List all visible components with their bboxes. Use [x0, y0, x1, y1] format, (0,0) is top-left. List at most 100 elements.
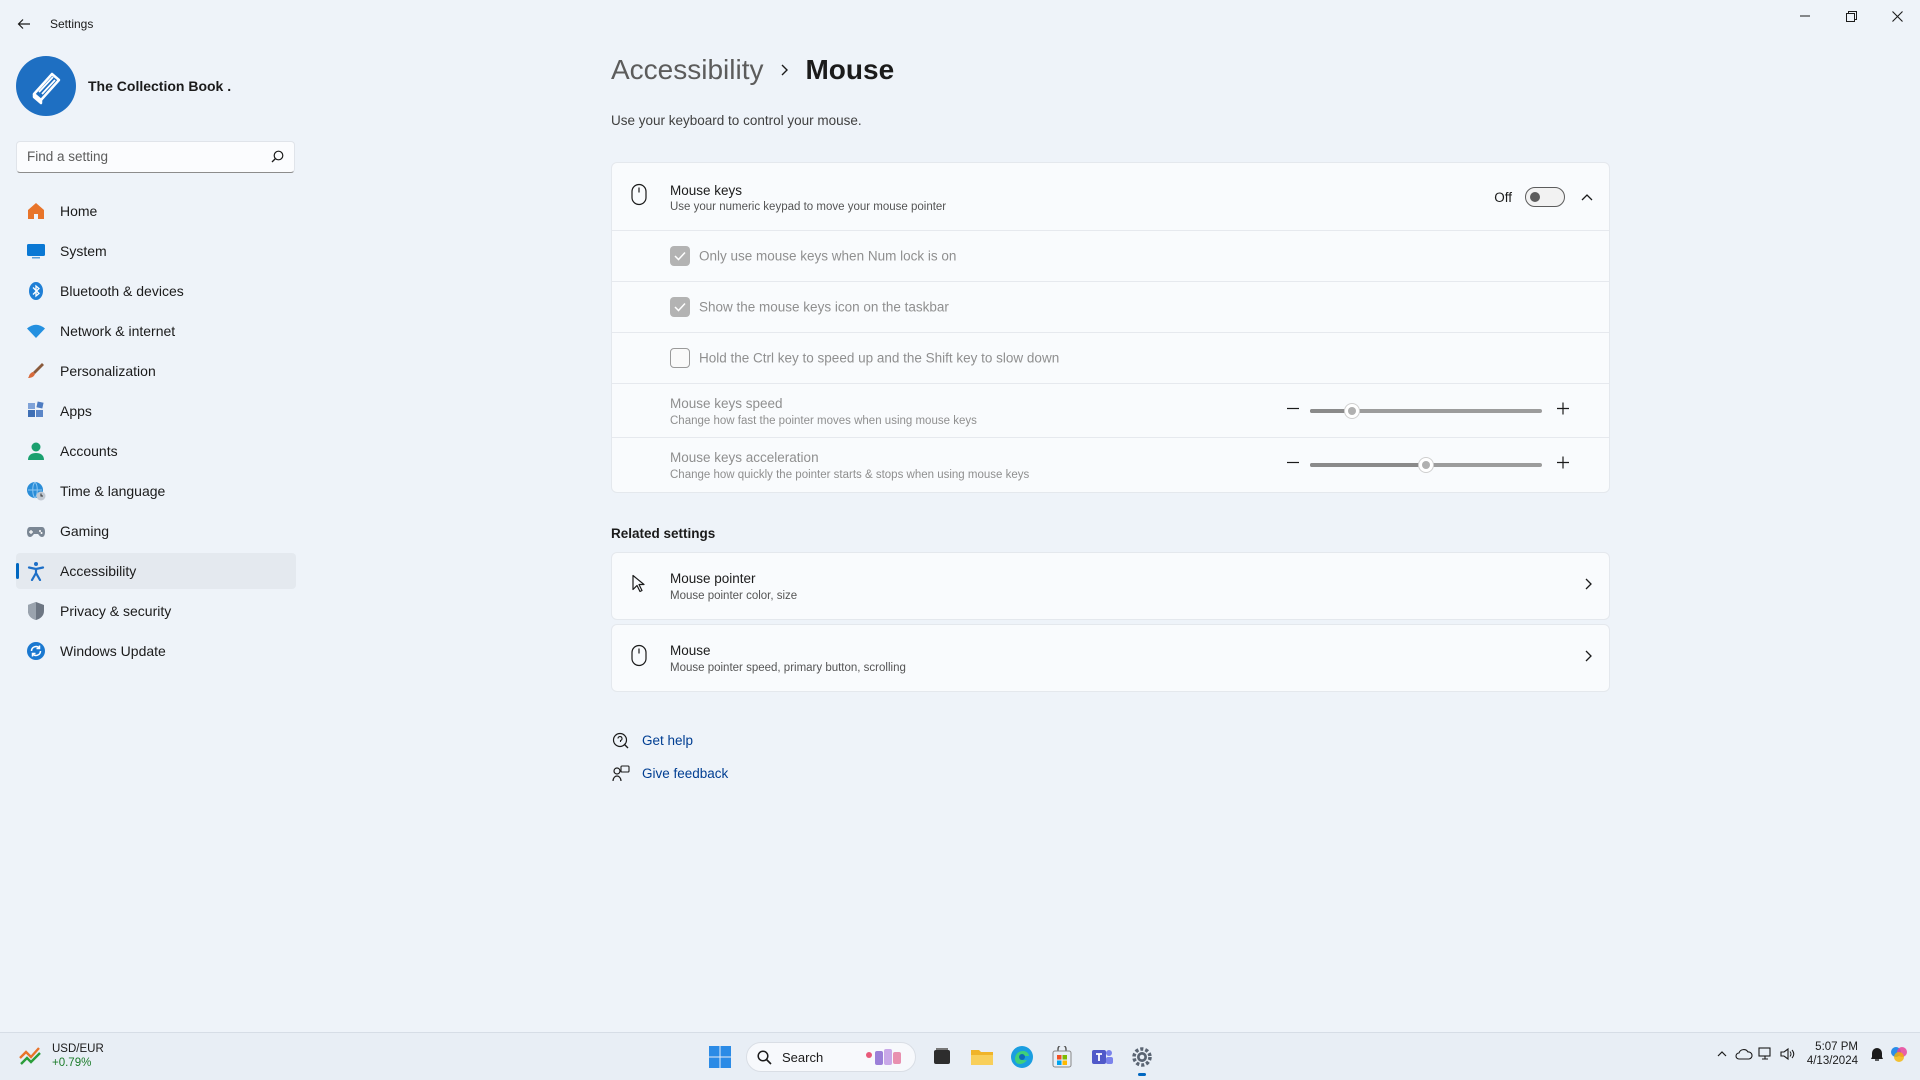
get-help-text: Get help [642, 733, 694, 748]
taskbar-icon-checkbox[interactable] [670, 297, 690, 317]
sidebar-item-apps[interactable]: Apps [16, 393, 296, 429]
back-button[interactable] [12, 12, 36, 36]
person-icon [26, 441, 46, 461]
slider-thumb[interactable] [1343, 402, 1360, 419]
checkmark-icon [674, 251, 686, 261]
sidebar-item-label: Apps [60, 403, 92, 419]
ctrl-shift-checkbox[interactable] [670, 348, 690, 368]
profile-name: The Collection Book . [88, 78, 232, 94]
task-view-icon [934, 1048, 950, 1064]
checkmark-icon [674, 302, 686, 312]
acceleration-slider[interactable] [1310, 457, 1542, 473]
sidebar-item-label: Accounts [60, 443, 118, 459]
clock[interactable]: 5:07 PM 4/13/2024 [1807, 1040, 1858, 1068]
restore-button[interactable] [1828, 0, 1874, 32]
minus-icon[interactable] [1286, 401, 1300, 420]
store-button[interactable] [1042, 1037, 1082, 1077]
sidebar-item-label: Gaming [60, 523, 110, 539]
feedback-icon [611, 764, 631, 784]
cloud-icon [1735, 1049, 1753, 1060]
mouse-link-card[interactable]: Mouse Mouse pointer speed, primary butto… [611, 624, 1610, 692]
speed-slider[interactable] [1310, 402, 1542, 419]
search-input[interactable] [27, 149, 257, 164]
minus-icon[interactable] [1286, 456, 1300, 475]
related-settings-heading: Related settings [611, 526, 716, 541]
chevron-up-icon [1717, 1051, 1727, 1057]
sidebar-item-gaming[interactable]: Gaming [16, 513, 296, 549]
give-feedback-text: Give feedback [642, 766, 729, 781]
notifications-button[interactable] [1866, 1039, 1888, 1069]
mouse-icon [631, 183, 647, 210]
copilot-button[interactable] [1888, 1039, 1910, 1069]
plus-icon[interactable] [1556, 401, 1570, 420]
chevron-right-icon [1585, 577, 1593, 595]
close-button[interactable] [1874, 0, 1920, 32]
monitor-icon [26, 241, 46, 261]
task-view-button[interactable] [922, 1037, 962, 1077]
num-lock-checkbox-label: Only use mouse keys when Num lock is on [699, 248, 957, 264]
close-icon [1891, 10, 1903, 22]
gamepad-icon [26, 521, 46, 541]
breadcrumb-parent-link[interactable]: Accessibility [611, 54, 763, 86]
page-title: Mouse [805, 54, 895, 85]
sidebar-item-personalization[interactable]: Personalization [16, 353, 296, 389]
onedrive-button[interactable] [1733, 1039, 1755, 1069]
sidebar-item-label: Network & internet [60, 323, 176, 339]
settings-search[interactable] [16, 141, 295, 173]
mouse-keys-header[interactable]: Mouse keys Use your numeric keypad to mo… [612, 163, 1609, 231]
taskbar: USD/EUR +0.79% Search 5:07 PM 4/13/2024 [0, 1032, 1920, 1080]
apps-icon [26, 401, 46, 421]
file-explorer-button[interactable] [962, 1037, 1002, 1077]
app-title: Settings [50, 17, 94, 31]
sidebar-item-label: Privacy & security [60, 603, 172, 619]
sidebar-item-accounts[interactable]: Accounts [16, 433, 296, 469]
sidebar-item-accessibility[interactable]: Accessibility [16, 553, 296, 589]
speaker-icon [1780, 1047, 1795, 1061]
mouse-keys-title: Mouse keys [670, 183, 743, 198]
sidebar-item-system[interactable]: System [16, 233, 296, 269]
num-lock-checkbox[interactable] [670, 246, 690, 266]
give-feedback-link[interactable]: Give feedback [611, 757, 728, 790]
teams-button[interactable] [1082, 1037, 1122, 1077]
mouse-pointer-link-card[interactable]: Mouse pointer Mouse pointer color, size [611, 552, 1610, 620]
mouse-icon [631, 644, 647, 672]
restore-icon [1845, 10, 1857, 22]
help-chat-icon [611, 731, 631, 751]
currency-widget[interactable]: USD/EUR +0.79% [18, 1042, 104, 1070]
edge-button[interactable] [1002, 1037, 1042, 1077]
back-arrow-icon [17, 19, 30, 29]
search-icon [271, 150, 284, 163]
system-tray: 5:07 PM 4/13/2024 [1711, 1039, 1910, 1069]
sidebar-item-time-language[interactable]: Time & language [16, 473, 296, 509]
sidebar-item-windows-update[interactable]: Windows Update [16, 633, 296, 669]
sidebar-item-home[interactable]: Home [16, 193, 296, 229]
speed-subtitle: Change how fast the pointer moves when u… [670, 415, 977, 427]
settings-app-button[interactable] [1122, 1037, 1162, 1077]
get-help-link[interactable]: Get help [611, 724, 728, 757]
mouse-pointer-title: Mouse pointer [670, 571, 756, 586]
volume-button[interactable] [1777, 1039, 1799, 1069]
taskbar-search[interactable]: Search [746, 1042, 916, 1072]
wifi-icon [26, 321, 46, 341]
plus-icon[interactable] [1556, 456, 1570, 475]
widget-change: +0.79% [52, 1057, 92, 1069]
mouse-keys-toggle[interactable] [1525, 187, 1565, 207]
user-profile[interactable]: The Collection Book . [16, 56, 231, 116]
sidebar-item-network[interactable]: Network & internet [16, 313, 296, 349]
chevron-up-icon[interactable] [1581, 188, 1593, 206]
network-status-button[interactable] [1755, 1039, 1777, 1069]
pointer-icon [631, 574, 651, 599]
minimize-button[interactable] [1782, 0, 1828, 32]
sidebar-item-bluetooth[interactable]: Bluetooth & devices [16, 273, 296, 309]
slider-thumb[interactable] [1418, 457, 1434, 473]
sidebar-item-privacy[interactable]: Privacy & security [16, 593, 296, 629]
clock-time: 5:07 PM [1815, 1041, 1858, 1053]
mouse-subtitle: Mouse pointer speed, primary button, scr… [670, 662, 906, 674]
start-button[interactable] [700, 1037, 740, 1077]
sidebar-nav: Home System Bluetooth & devices Network … [16, 193, 296, 673]
slider-fill [1310, 463, 1426, 467]
sidebar-item-label: Time & language [60, 483, 166, 499]
sidebar-item-label: Windows Update [60, 643, 166, 659]
show-hidden-icons-button[interactable] [1711, 1039, 1733, 1069]
copilot-icon [1891, 1047, 1907, 1062]
